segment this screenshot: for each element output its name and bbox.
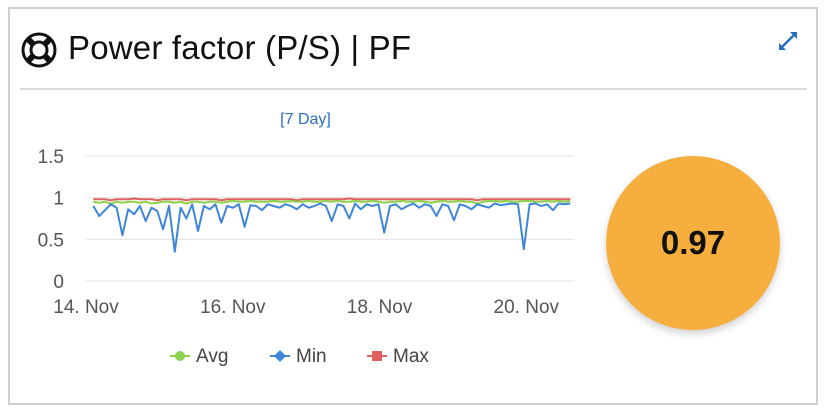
legend-min-symbol — [270, 350, 290, 362]
y-tick-label: 1.5 — [38, 147, 64, 168]
y-tick-label: 0 — [53, 272, 64, 293]
power-factor-chart: 0 0.5 1 1.5 14. Nov 16. Nov 18. Nov 20. Nov — [38, 147, 574, 318]
y-tick-label: 1 — [53, 189, 64, 210]
legend-label-max: Max — [393, 346, 429, 367]
legend-max-symbol — [367, 351, 387, 361]
series-line-min — [92, 202, 571, 253]
pf-current-value: 0.97 — [660, 224, 726, 261]
x-tick-label: 16. Nov — [200, 297, 266, 318]
series-line-avg — [93, 200, 571, 205]
x-tick-label: 14. Nov — [53, 297, 119, 318]
legend-avg-symbol — [170, 351, 190, 361]
legend-label-avg: Avg — [196, 346, 229, 367]
legend-label-min: Min — [296, 346, 327, 367]
x-tick-label: 20. Nov — [494, 297, 560, 318]
power-factor-card: Power factor (P/S) | PF [7 Day] 0 0.5 1 1.5… — [8, 7, 818, 405]
series-line-max — [93, 197, 571, 202]
y-tick-label: 0.5 — [38, 230, 64, 251]
x-tick-label: 18. Nov — [347, 297, 413, 318]
pf-value-gauge: 0.97 — [606, 156, 780, 330]
expand-icon[interactable] — [776, 29, 800, 53]
